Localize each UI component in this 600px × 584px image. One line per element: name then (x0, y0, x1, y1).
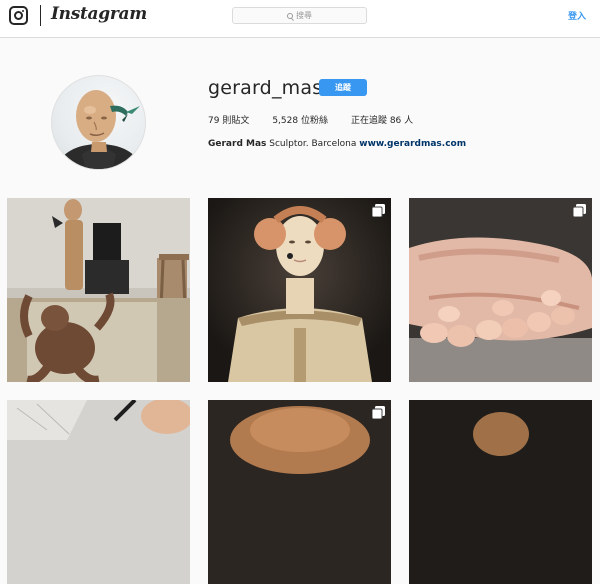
post-image-6 (409, 400, 592, 584)
avatar-sculpture-image (59, 90, 140, 169)
follow-button[interactable]: 追蹤 (319, 79, 367, 96)
post-tile-3[interactable] (409, 198, 592, 382)
instagram-wordmark[interactable]: Instagram (51, 4, 147, 24)
bio-text: Sculptor. Barcelona (266, 139, 360, 149)
post-tile-2[interactable] (208, 198, 391, 382)
post-tile-5[interactable] (208, 400, 391, 584)
post-image-1 (7, 198, 190, 382)
post-tile-6[interactable] (409, 400, 592, 584)
post-image-2 (208, 198, 391, 382)
post-image-4 (7, 400, 190, 584)
carousel-icon (372, 204, 385, 217)
carousel-icon (573, 204, 586, 217)
post-image-5 (208, 400, 391, 584)
search-icon (287, 12, 293, 19)
stat-followers[interactable]: 5,528 位粉絲 (272, 113, 328, 126)
bio-name: Gerard Mas (208, 139, 267, 149)
top-navigation-bar: Instagram 搜尋 登入 (0, 0, 600, 38)
search-placeholder: 搜尋 (296, 11, 312, 20)
bio-website-link[interactable]: www.gerardmas.com (359, 139, 466, 149)
profile-avatar[interactable] (51, 75, 146, 170)
post-tile-1[interactable] (7, 198, 190, 382)
stat-following[interactable]: 正在追蹤 86 人 (351, 113, 413, 126)
profile-username: gerard_mas (208, 77, 323, 99)
stat-posts[interactable]: 79 則貼文 (208, 113, 249, 126)
logo-divider (40, 5, 41, 26)
profile-stats: 79 則貼文 5,528 位粉絲 正在追蹤 86 人 (208, 113, 436, 126)
login-link[interactable]: 登入 (568, 9, 586, 22)
instagram-camera-icon[interactable] (9, 6, 28, 25)
search-input[interactable]: 搜尋 (232, 7, 367, 24)
carousel-icon (372, 406, 385, 419)
posts-grid (7, 198, 595, 584)
post-image-3 (409, 198, 592, 382)
profile-bio: Gerard Mas Sculptor. Barcelona www.gerar… (208, 139, 466, 149)
post-tile-4[interactable] (7, 400, 190, 584)
